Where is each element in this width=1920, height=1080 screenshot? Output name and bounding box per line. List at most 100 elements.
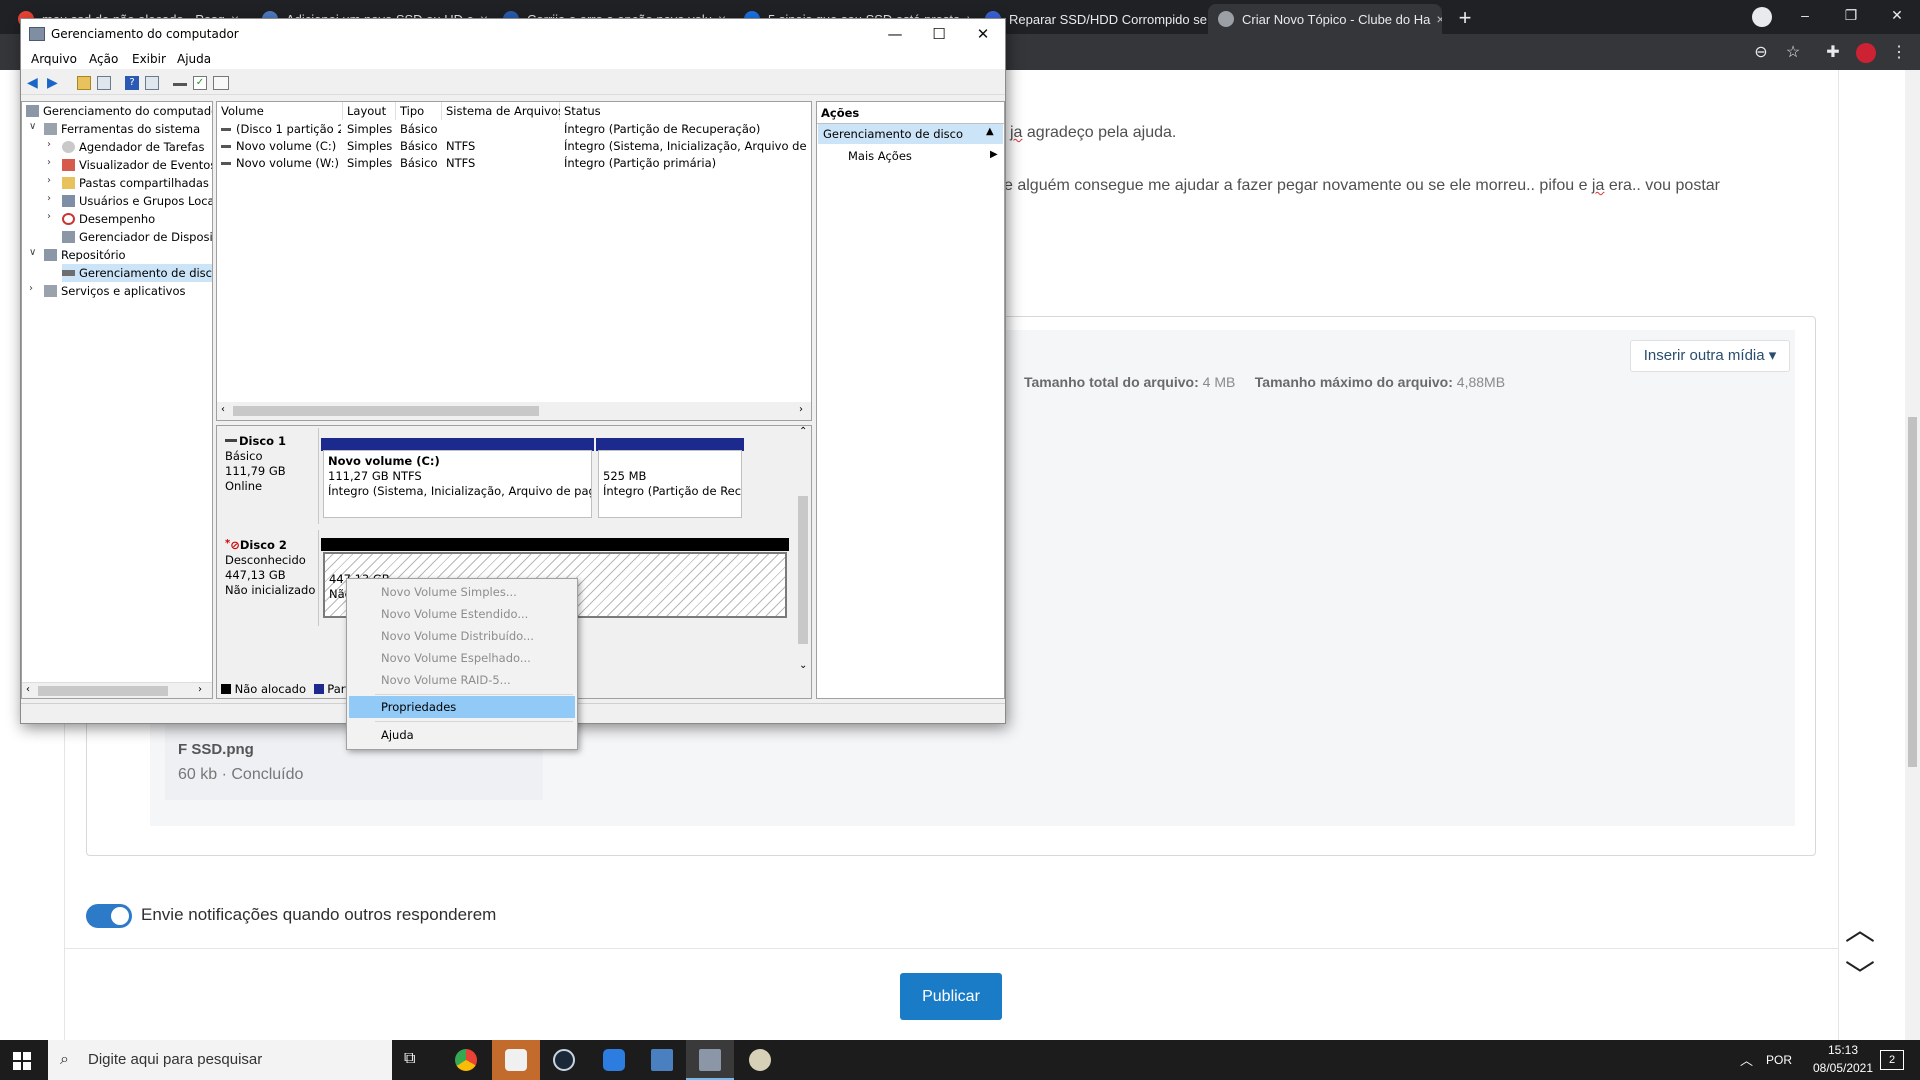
menu-item-new-spanned-volume[interactable]: Novo Volume Estendido... [349, 603, 575, 625]
publish-button[interactable]: Publicar [900, 973, 1002, 1020]
menu-item-properties[interactable]: Propriedades [349, 696, 575, 718]
scroll-left-icon[interactable]: ‹ [26, 684, 30, 695]
close-button[interactable]: ✕ [961, 23, 1005, 45]
browser-tab[interactable]: Reparar SSD/HDD Corrompido se × [975, 4, 1210, 34]
menu-item-new-striped-volume[interactable]: Novo Volume Distribuído... [349, 625, 575, 647]
scroll-right-icon[interactable]: › [198, 684, 202, 695]
chevron-right-icon[interactable]: › [47, 211, 57, 222]
chevron-right-icon[interactable]: › [47, 175, 57, 186]
tree-item-users-groups[interactable]: Usuários e Grupos Loca [62, 192, 212, 210]
tab-close-icon[interactable]: × [1430, 11, 1442, 27]
chevron-down-icon[interactable]: ∨ [29, 247, 39, 258]
chevron-right-icon[interactable]: › [47, 157, 57, 168]
browser-menu-icon[interactable]: ⋮ [1888, 42, 1910, 64]
tree-item-device-manager[interactable]: Gerenciador de Disposit [62, 228, 212, 246]
table-row[interactable]: Novo volume (W:) Simples Básico NTFS Ínt… [217, 155, 811, 172]
taskbar-paint[interactable] [736, 1040, 784, 1080]
scroll-down-icon[interactable]: ⌄ [799, 660, 807, 671]
language-indicator[interactable]: POR [1766, 1053, 1792, 1067]
column-header[interactable]: Layout [343, 102, 396, 120]
collapse-icon[interactable]: ▲ [986, 126, 994, 137]
tree-hscrollbar[interactable]: ‹ › [22, 682, 212, 698]
volume-hscrollbar[interactable]: ‹ › [217, 402, 811, 420]
table-row[interactable]: Novo volume (C:) Simples Básico NTFS Ínt… [217, 138, 811, 155]
avatar[interactable] [1856, 43, 1876, 63]
back-icon[interactable]: ◀ [27, 76, 41, 90]
menu-exibir[interactable]: Exibir [132, 52, 166, 66]
tree-item-shared-folders[interactable]: Pastas compartilhadas [62, 174, 209, 192]
taskbar-computer-management[interactable] [686, 1040, 734, 1080]
menu-arquivo[interactable]: Arquivo [31, 52, 77, 66]
chevron-right-icon[interactable]: › [47, 193, 57, 204]
column-header[interactable]: Status [560, 102, 811, 120]
tree-item-system-tools[interactable]: Ferramentas do sistema [44, 120, 200, 138]
tree-item-services-apps[interactable]: Serviços e aplicativos [44, 282, 185, 300]
disk-vscrollbar[interactable]: ⌃ ⌄ [795, 426, 811, 676]
taskbar-steam[interactable] [540, 1040, 588, 1080]
disk2-info[interactable]: *⊘Disco 2 Desconhecido 447,13 GB Não ini… [217, 530, 319, 626]
scrollbar-thumb[interactable] [1908, 417, 1917, 767]
clock-date[interactable]: 08/05/2021 [1812, 1061, 1874, 1075]
extensions-icon[interactable]: ✚ [1822, 42, 1844, 64]
taskbar-search[interactable]: Digite aqui para pesquisar [48, 1040, 392, 1080]
browser-maximize-button[interactable]: ❐ [1828, 0, 1874, 34]
new-tab-button[interactable]: + [1450, 4, 1480, 32]
menu-item-new-mirrored-volume[interactable]: Novo Volume Espelhado... [349, 647, 575, 669]
menu-item-new-raid5-volume[interactable]: Novo Volume RAID-5... [349, 669, 575, 691]
notifications-icon[interactable]: 2 [1880, 1050, 1904, 1070]
window-titlebar[interactable]: Gerenciamento do computador — ☐ ✕ [21, 19, 1005, 49]
scrollbar-thumb[interactable] [38, 686, 168, 696]
taskbar-app[interactable] [590, 1040, 638, 1080]
check-icon[interactable]: ✓ [193, 76, 207, 90]
taskbar-app[interactable] [492, 1040, 540, 1080]
scroll-right-icon[interactable]: › [799, 404, 803, 415]
help-icon[interactable]: ? [125, 76, 139, 90]
table-row[interactable]: (Disco 1 partição 2) Simples Básico Ínte… [217, 121, 811, 138]
minimize-button[interactable]: — [873, 23, 917, 45]
scroll-up-icon[interactable]: ︿ [1840, 916, 1880, 946]
chevron-down-icon[interactable]: ∨ [29, 121, 39, 132]
column-header[interactable]: Sistema de Arquivos [442, 102, 564, 120]
tree-root[interactable]: Gerenciamento do computado [26, 102, 212, 120]
partition-c[interactable]: Novo volume (C:) 111,27 GB NTFS Íntegro … [323, 450, 592, 518]
scroll-left-icon[interactable]: ‹ [221, 404, 225, 415]
task-view-icon[interactable]: ⧉ [404, 1050, 428, 1070]
scrollbar-thumb[interactable] [233, 406, 539, 416]
up-folder-icon[interactable] [77, 76, 91, 90]
browser-close-button[interactable]: ✕ [1874, 0, 1920, 34]
tree-item-task-scheduler[interactable]: Agendador de Tarefas [62, 138, 204, 156]
show-hide-tree-icon[interactable] [97, 76, 111, 90]
partition-recovery[interactable]: 525 MB Íntegro (Partição de Recu [598, 450, 742, 518]
scrollbar-thumb[interactable] [798, 496, 808, 644]
tree-item-performance[interactable]: Desempenho [62, 210, 155, 228]
column-header[interactable]: Tipo [396, 102, 442, 120]
windows-start-icon[interactable] [13, 1052, 31, 1070]
scroll-up-icon[interactable]: ⌃ [799, 426, 807, 437]
notify-toggle[interactable] [86, 904, 132, 928]
chevron-right-icon[interactable]: › [29, 283, 39, 294]
zoom-icon[interactable]: ⊖ [1750, 42, 1772, 64]
properties-view-icon[interactable] [145, 76, 159, 90]
tree-item-disk-management[interactable]: Gerenciamento de disco [62, 264, 212, 282]
chevron-right-icon[interactable]: › [47, 139, 57, 150]
menu-ajuda[interactable]: Ajuda [177, 52, 211, 66]
bookmark-star-icon[interactable]: ☆ [1782, 42, 1804, 64]
browser-tab-active[interactable]: Criar Novo Tópico - Clube do Ha × [1208, 4, 1442, 34]
clock-time[interactable]: 15:13 [1818, 1043, 1868, 1057]
chevron-up-icon[interactable]: ︿ [1740, 1050, 1753, 1069]
insert-media-button[interactable]: Inserir outra mídia ▾ [1630, 340, 1790, 372]
more-actions-item[interactable]: Mais Ações ▶ [818, 146, 1003, 166]
list-view-icon[interactable] [213, 76, 229, 90]
maximize-button[interactable]: ☐ [917, 23, 961, 45]
taskbar-app[interactable] [638, 1040, 686, 1080]
actions-section-disk-management[interactable]: Gerenciamento de disco ▲ [818, 124, 1003, 144]
taskbar-chrome[interactable] [442, 1040, 490, 1080]
disk1-info[interactable]: Disco 1 Básico 111,79 GB Online [217, 428, 319, 524]
column-header[interactable]: Volume [217, 102, 343, 120]
scroll-down-icon[interactable]: ﹀ [1840, 962, 1880, 992]
menu-acao[interactable]: Ação [89, 52, 118, 66]
disk-icon[interactable] [173, 76, 187, 86]
forward-icon[interactable]: ▶ [47, 76, 61, 90]
profile-icon[interactable] [1752, 7, 1772, 27]
tree-item-storage[interactable]: Repositório [44, 246, 126, 264]
